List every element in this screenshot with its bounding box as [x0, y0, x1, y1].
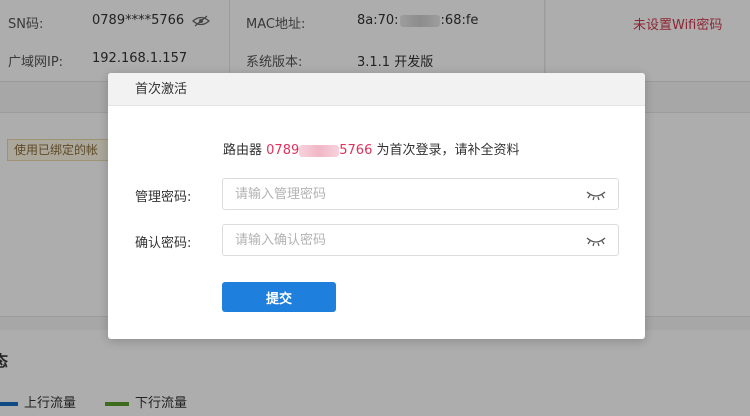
dialog-title: 首次激活 [135, 82, 188, 97]
confirm-password-input[interactable] [223, 225, 573, 255]
message-suffix: 为首次登录，请补全资料 [376, 143, 520, 158]
first-activation-dialog: 首次激活 路由器 0789 5766 为首次登录，请补全资料 管理密码: 确认密码… [108, 73, 645, 339]
sn-redaction [299, 144, 340, 157]
sn-start: 0789 [266, 143, 300, 158]
confirm-password-label: 确认密码: [135, 236, 192, 251]
submit-button[interactable]: 提交 [222, 282, 336, 312]
password-label: 管理密码: [135, 190, 192, 205]
activation-message: 路由器 0789 5766 为首次登录，请补全资料 [223, 139, 520, 158]
confirm-password-field[interactable] [222, 224, 619, 256]
password-input[interactable] [223, 179, 573, 209]
message-prefix: 路由器 [223, 143, 263, 158]
sn-end: 5766 [339, 143, 373, 158]
closed-eye-icon[interactable] [586, 235, 606, 247]
router-sn: 0789 5766 [266, 143, 372, 158]
password-field[interactable] [222, 178, 619, 210]
dialog-header: 首次激活 [108, 73, 645, 106]
closed-eye-icon[interactable] [586, 189, 606, 201]
